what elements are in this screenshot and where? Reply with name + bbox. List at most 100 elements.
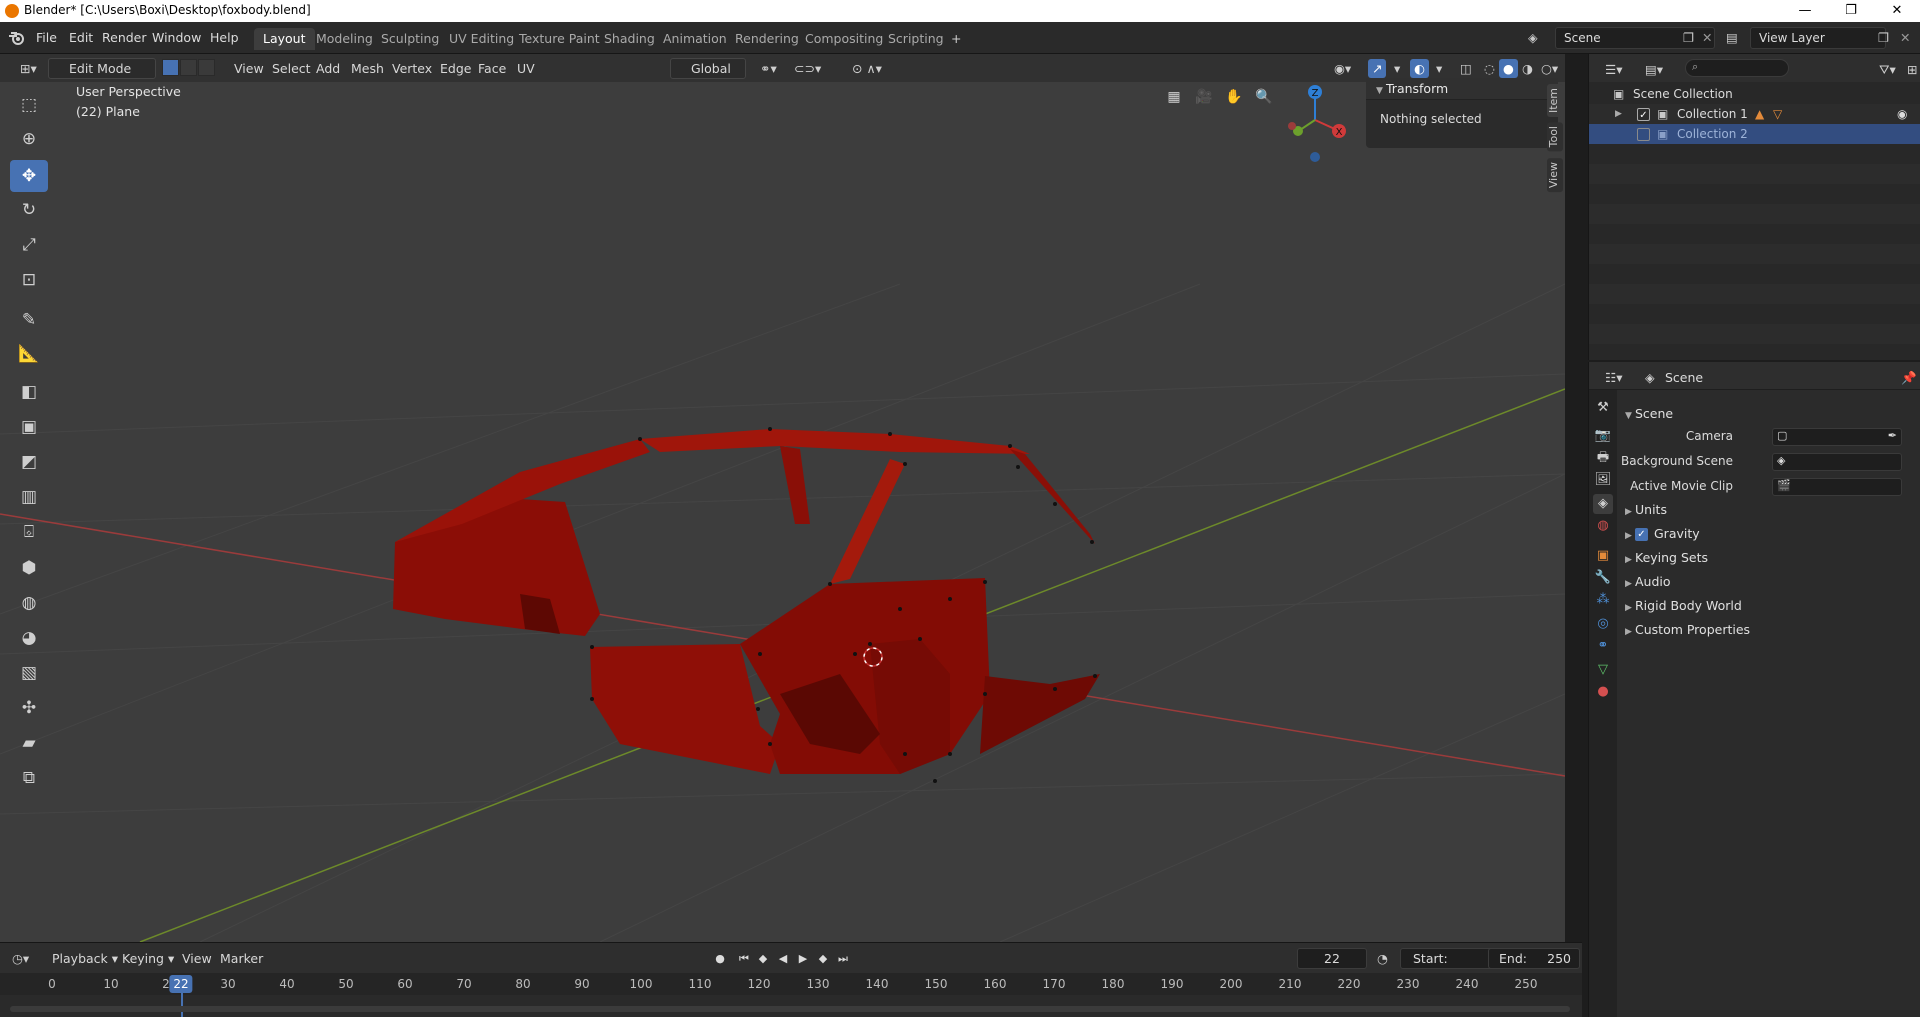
new-view-layer-icon[interactable]: ❐ — [1874, 29, 1893, 47]
visibility-icon[interactable]: ◉▾ — [1330, 59, 1355, 78]
gizmo-neg-z-handle[interactable] — [1310, 152, 1320, 162]
menu-mesh[interactable]: Mesh — [347, 59, 388, 78]
rotate-tool-icon[interactable]: ↻ — [10, 194, 48, 226]
poly-build-tool-icon[interactable]: ⬢ — [10, 552, 48, 584]
rendered-shading-icon[interactable]: ○▾ — [1537, 59, 1562, 78]
background-scene-field[interactable]: ◈ — [1772, 453, 1902, 471]
delete-scene-icon[interactable]: ✕ — [1698, 29, 1716, 47]
pivot-point-icon[interactable]: ⚭▾ — [756, 59, 781, 78]
scale-tool-icon[interactable]: ⤢ — [10, 229, 48, 261]
zoom-view-icon[interactable]: 🔍 — [1251, 84, 1277, 110]
active-movie-clip-field[interactable]: 🎬 — [1772, 478, 1902, 496]
menu-help[interactable]: Help — [206, 29, 243, 47]
shear-tool-icon[interactable]: ▰ — [10, 727, 48, 759]
rip-region-tool-icon[interactable]: ⧉ — [10, 762, 48, 794]
car-body-mesh[interactable] — [393, 429, 1100, 774]
play-icon[interactable]: ▶ — [795, 951, 811, 967]
outliner-editor-type-icon[interactable]: ☰▾ — [1601, 61, 1626, 79]
exclude-checkbox[interactable] — [1637, 128, 1650, 141]
menu-view[interactable]: View — [230, 59, 268, 78]
tab-modeling[interactable]: Modeling — [307, 28, 382, 50]
outliner-row-collection-1[interactable]: ▶ ✓ ▣ Collection 1 ▲ ▽ ◉ — [1589, 104, 1920, 124]
view-layer-properties-tab-icon[interactable]: 🖼 — [1593, 470, 1613, 490]
current-frame-field[interactable]: 22 — [1297, 948, 1367, 969]
end-frame-field[interactable]: End: 250 — [1488, 948, 1580, 969]
material-properties-tab-icon[interactable]: ● — [1593, 682, 1613, 702]
show-overlays-icon[interactable]: ◐ — [1410, 59, 1429, 78]
pan-view-icon[interactable]: ✋ — [1221, 84, 1247, 110]
display-mode-icon[interactable]: ▤▾ — [1641, 61, 1667, 79]
menu-keying[interactable]: Keying ▾ — [122, 950, 174, 968]
material-preview-shading-icon[interactable]: ◑ — [1518, 59, 1537, 78]
menu-marker[interactable]: Marker — [220, 950, 263, 968]
wireframe-shading-icon[interactable]: ◌ — [1480, 59, 1499, 78]
add-workspace-button[interactable]: + — [942, 28, 970, 50]
transform-tool-icon[interactable]: ⊡ — [10, 264, 48, 296]
outliner-row-collection-2[interactable]: ▣ Collection 2 — [1589, 124, 1920, 144]
stopwatch-icon[interactable]: ◔ — [1377, 950, 1388, 968]
jump-to-prev-keyframe-icon[interactable]: ◆ — [755, 951, 771, 967]
editor-type-icon[interactable]: ⊞▾ — [16, 59, 41, 78]
new-scene-icon[interactable]: ❐ — [1679, 29, 1698, 47]
proportional-editing-icon[interactable]: ⊙ ∧▾ — [848, 59, 886, 78]
view-layer-selector[interactable]: View Layer — [1750, 27, 1886, 49]
3d-viewport[interactable]: ⊞▾ Edit Mode View Select Add Mesh Vertex… — [0, 54, 1565, 942]
close-button[interactable]: ✕ — [1874, 0, 1920, 22]
tool-properties-tab-icon[interactable]: ⚒ — [1593, 398, 1613, 418]
jump-to-next-keyframe-icon[interactable]: ◆ — [815, 951, 831, 967]
object-icon[interactable]: ▽ — [1773, 104, 1782, 124]
jump-to-end-icon[interactable]: ⏭ — [835, 951, 851, 967]
playhead-frame-indicator[interactable]: 22 — [169, 975, 193, 993]
tab-sculpting[interactable]: Sculpting — [372, 28, 448, 50]
scene-properties-tab-icon[interactable]: ◈ — [1593, 494, 1613, 514]
expand-triangle-icon[interactable]: ▶ — [1615, 104, 1622, 124]
menu-render[interactable]: Render — [98, 29, 151, 47]
timeline-editor-type-icon[interactable]: ◷▾ — [12, 950, 29, 968]
rigid-body-world-panel-header[interactable]: ▶ Rigid Body World — [1621, 594, 1917, 618]
units-panel-header[interactable]: ▶ Units — [1621, 498, 1917, 522]
new-collection-icon[interactable]: ⊞ — [1903, 61, 1920, 79]
shrink-fatten-tool-icon[interactable]: ✣ — [10, 692, 48, 724]
menu-select[interactable]: Select — [268, 59, 315, 78]
xray-toggle-icon[interactable]: ◫ — [1456, 59, 1476, 78]
menu-add[interactable]: Add — [312, 59, 344, 78]
tab-compositing[interactable]: Compositing — [796, 28, 892, 50]
delete-view-layer-icon[interactable]: ✕ — [1896, 29, 1914, 47]
output-properties-tab-icon[interactable]: 🖶 — [1593, 448, 1613, 468]
tab-item[interactable]: Item — [1547, 84, 1563, 118]
menu-edge[interactable]: Edge — [436, 59, 475, 78]
maximize-button[interactable]: ❐ — [1828, 0, 1874, 22]
pin-icon[interactable]: 📌 — [1897, 369, 1920, 387]
outliner-scene-collection-row[interactable]: ▣ Scene Collection — [1589, 84, 1920, 104]
render-properties-tab-icon[interactable]: 📷 — [1593, 426, 1613, 446]
auto-keying-icon[interactable]: ● — [712, 951, 728, 967]
gravity-checkbox[interactable]: ✓ — [1635, 528, 1648, 541]
modifier-properties-tab-icon[interactable]: 🔧 — [1593, 568, 1613, 588]
edge-slide-tool-icon[interactable]: ▧ — [10, 657, 48, 689]
smooth-tool-icon[interactable]: ◕ — [10, 622, 48, 654]
menu-file[interactable]: File — [32, 29, 61, 47]
audio-panel-header[interactable]: ▶ Audio — [1621, 570, 1917, 594]
transform-orientation-selector[interactable]: Global — [670, 58, 746, 79]
overlays-dropdown-icon[interactable]: ▾ — [1432, 59, 1446, 78]
transform-panel-header[interactable]: ▼ Transform — [1366, 78, 1558, 100]
loop-cut-tool-icon[interactable]: ▥ — [10, 481, 48, 513]
gizmo-neg-x-handle[interactable] — [1288, 122, 1296, 130]
blender-logo-icon[interactable] — [8, 30, 26, 46]
vertex-select-mode-button[interactable] — [162, 59, 179, 76]
menu-playback[interactable]: Playback ▾ — [52, 950, 118, 968]
menu-uv[interactable]: UV — [513, 59, 539, 78]
camera-view-icon[interactable]: 🎥 — [1191, 84, 1217, 110]
eyedropper-icon[interactable]: ✒ — [1888, 429, 1897, 442]
custom-properties-panel-header[interactable]: ▶ Custom Properties — [1621, 618, 1917, 642]
play-reverse-icon[interactable]: ◀ — [775, 951, 791, 967]
inset-faces-tool-icon[interactable]: ▣ — [10, 411, 48, 443]
properties-editor-type-icon[interactable]: ☷▾ — [1601, 369, 1626, 387]
move-tool-icon[interactable]: ✥ — [10, 160, 48, 192]
playhead-line[interactable] — [181, 993, 183, 1017]
show-gizmo-icon[interactable]: ↗ — [1368, 59, 1387, 78]
menu-timeline-view[interactable]: View — [182, 950, 212, 968]
exclude-checkbox[interactable]: ✓ — [1637, 108, 1650, 121]
gravity-panel-header[interactable]: ▶ ✓ Gravity — [1621, 522, 1917, 546]
tab-texture-paint[interactable]: Texture Paint — [510, 28, 609, 50]
